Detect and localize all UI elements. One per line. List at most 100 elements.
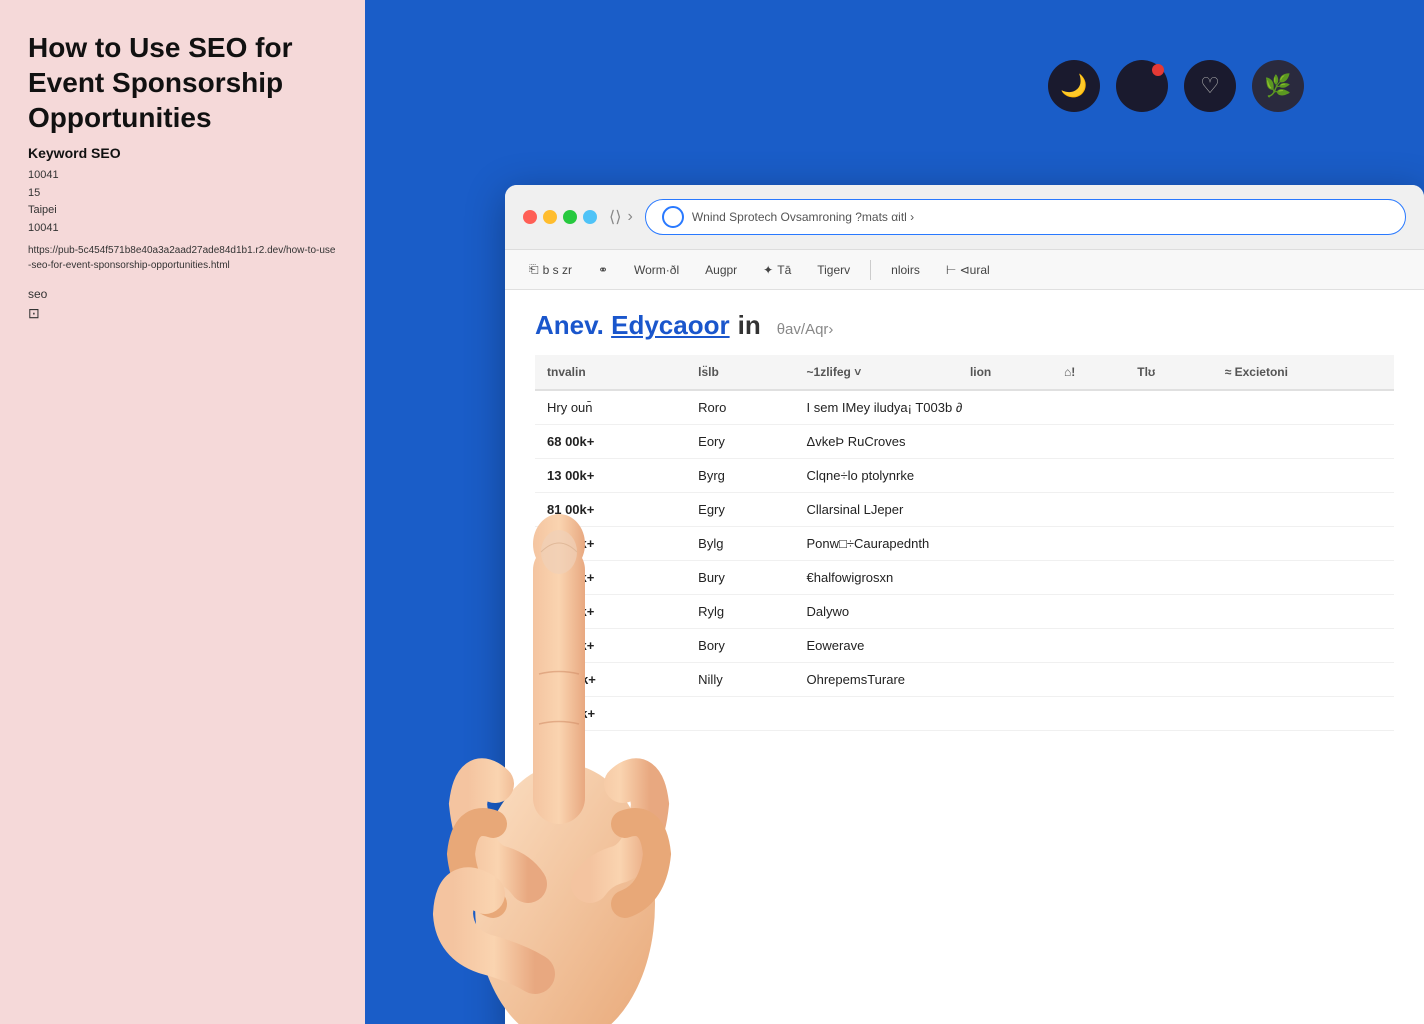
browser-toolbar: ⎗ b s zr ⚭ Worm·ðl Augpr ✦ Tā Tigerv nlo… <box>505 250 1424 290</box>
toolbar-item-tigerv[interactable]: Tigerv <box>811 259 856 281</box>
col-header-1: tnvalin <box>535 355 686 390</box>
toolbar-item-augpr[interactable]: Augpr <box>699 259 743 281</box>
table-row: 13 00k+ Byrg Clqne÷lo ptolynrke <box>535 459 1394 493</box>
table-row: 68 00k+ Eory ΔvkeÞ RuCroves <box>535 425 1394 459</box>
traffic-lights <box>523 210 597 224</box>
vol-7: 32 00k+ <box>535 629 686 663</box>
toolbar-label-augpr: Augpr <box>705 263 737 277</box>
diff-3: Egry <box>686 493 794 527</box>
table-body: Hry oun̄ Roro I sem IMey iludya¡ T003b ∂… <box>535 390 1394 731</box>
table-header: tnvalin ls̈lb ~1zlifeg ˅ lion ⌂! Tlʊ ≈ E… <box>535 355 1394 390</box>
content-subtitle: θav/Aqr› <box>777 321 834 338</box>
right-area: 🌙 ♡ 🌿 ⟨⟩ › Wnind Sprotech Ovsamroning ?m… <box>365 0 1424 1024</box>
col-header-4: lion <box>958 355 1052 390</box>
address-bar-text: Wnind Sprotech Ovsamroning ?mats αitl › <box>692 210 1389 224</box>
page-url: https://pub-5c454f571b8e40a3a2aad27ade84… <box>28 243 337 273</box>
browser-chrome: ⟨⟩ › Wnind Sprotech Ovsamroning ?mats αi… <box>505 185 1424 250</box>
vol-4: 80 00k+ <box>535 527 686 561</box>
browser-window: ⟨⟩ › Wnind Sprotech Ovsamroning ?mats αi… <box>505 185 1424 1024</box>
keyword-1: ΔvkeÞ RuCroves <box>795 425 1394 459</box>
col-header-5: ⌂! <box>1052 355 1125 390</box>
top-icon-2 <box>1116 60 1168 112</box>
diff-4: Bylg <box>686 527 794 561</box>
vol-8: S0 00k+ <box>535 663 686 697</box>
left-panel: How to Use SEO for Event Sponsorship Opp… <box>0 0 365 1024</box>
table-row: 81 00k+ Egry Cllarsinal LJeper <box>535 493 1394 527</box>
keyword-8: OhrepemsTurare <box>795 663 1394 697</box>
toolbar-item-worm[interactable]: Worm·ðl <box>628 259 685 281</box>
toolbar-icon-ta: ✦ <box>763 263 773 277</box>
table-row: 32 00k+ Bory Eowerave <box>535 629 1394 663</box>
page-title: How to Use SEO for Event Sponsorship Opp… <box>28 30 337 135</box>
diff-6: Rylg <box>686 595 794 629</box>
diff-5: Bury <box>686 561 794 595</box>
icon-symbol: ⊡ <box>28 305 337 322</box>
table-row: 17 00k+ Rylg Dalywo <box>535 595 1394 629</box>
col-header-3: ~1zlifeg ˅ <box>795 355 958 390</box>
toolbar-label-worm: Worm·ðl <box>634 263 679 277</box>
tl-green[interactable] <box>563 210 577 224</box>
toolbar-label-tigerv: Tigerv <box>817 263 850 277</box>
seo-tag: seo <box>28 287 337 301</box>
meta-info: 10041 15 Taipei 10041 <box>28 167 337 237</box>
back-icon[interactable]: ⟨⟩ <box>609 207 621 227</box>
diff-8: Nilly <box>686 663 794 697</box>
forward-icon[interactable]: › <box>627 208 632 226</box>
keyword-9 <box>686 697 1394 731</box>
vol-3: 81 00k+ <box>535 493 686 527</box>
toolbar-item-ta[interactable]: ✦ Tā <box>757 259 797 281</box>
top-icon-3: ♡ <box>1184 60 1236 112</box>
tl-yellow[interactable] <box>543 210 557 224</box>
toolbar-label-ural: ⊢ ⊲ural <box>946 263 990 277</box>
vol-9: 8F 00k+ <box>535 697 686 731</box>
meta-line1: 10041 <box>28 169 59 181</box>
vol-1: 68 00k+ <box>535 425 686 459</box>
top-icons: 🌙 ♡ 🌿 <box>1048 60 1304 112</box>
meta-line4: 10041 <box>28 222 59 234</box>
keyword-2: Clqne÷lo ptolynrke <box>795 459 1394 493</box>
toolbar-item-nloirs[interactable]: nloirs <box>885 259 926 281</box>
tl-blue[interactable] <box>583 210 597 224</box>
col-header-7: ≈ Excietoni <box>1213 355 1394 390</box>
col-header-2: ls̈lb <box>686 355 794 390</box>
diff-1: Eory <box>686 425 794 459</box>
keyword-label: Keyword SEO <box>28 145 337 161</box>
diff-2: Byrg <box>686 459 794 493</box>
nav-arrows: ⟨⟩ › <box>609 207 633 227</box>
toolbar-item-ural[interactable]: ⊢ ⊲ural <box>940 259 996 281</box>
toolbar-label-1: b s zr <box>543 263 572 277</box>
keyword-5: €halfowigrosxn <box>795 561 1394 595</box>
data-table: tnvalin ls̈lb ~1zlifeg ˅ lion ⌂! Tlʊ ≈ E… <box>535 355 1394 731</box>
browser-content: Anev. Edycaoor in θav/Aqr› tnvalin ls̈lb… <box>505 290 1424 751</box>
content-title-in: in <box>738 310 761 341</box>
top-icon-1: 🌙 <box>1048 60 1100 112</box>
table-row: S0 00k+ Nilly OhrepemsTurare <box>535 663 1394 697</box>
table-row: 80 00k+ Bylg Ponw□÷Caurapednth <box>535 527 1394 561</box>
toolbar-icon-1: ⎗ <box>529 262 539 277</box>
keyword-7: Eowerave <box>795 629 1394 663</box>
top-icon-4: 🌿 <box>1252 60 1304 112</box>
content-title-blue: Anev. Edycaoor <box>535 310 730 341</box>
table-subheader-row: Hry oun̄ Roro I sem IMey iludya¡ T003b ∂ <box>535 390 1394 425</box>
toolbar-item-1[interactable]: ⎗ b s zr <box>523 258 578 281</box>
toolbar-item-2[interactable]: ⚭ <box>592 259 614 281</box>
tl-red[interactable] <box>523 210 537 224</box>
subheader-2: Roro <box>686 390 794 425</box>
vol-2: 13 00k+ <box>535 459 686 493</box>
toolbar-label-nloirs: nloirs <box>891 263 920 277</box>
meta-line2: 15 <box>28 187 40 199</box>
toolbar-sep <box>870 260 871 280</box>
table-row: 8F 00k+ <box>535 697 1394 731</box>
subheader-1: Hry oun̄ <box>535 390 686 425</box>
subheader-3: I sem IMey iludya¡ T003b ∂ <box>795 390 1394 425</box>
col-header-6: Tlʊ <box>1125 355 1212 390</box>
address-bar-icon <box>662 206 684 228</box>
meta-line3: Taipei <box>28 204 57 216</box>
vol-5: 62 00k+ <box>535 561 686 595</box>
toolbar-label-ta: Tā <box>777 263 791 277</box>
toolbar-icon-2: ⚭ <box>598 263 608 277</box>
table-row: 62 00k+ Bury €halfowigrosxn <box>535 561 1394 595</box>
address-bar[interactable]: Wnind Sprotech Ovsamroning ?mats αitl › <box>645 199 1406 235</box>
keyword-3: Cllarsinal LJeper <box>795 493 1394 527</box>
keyword-4: Ponw□÷Caurapednth <box>795 527 1394 561</box>
